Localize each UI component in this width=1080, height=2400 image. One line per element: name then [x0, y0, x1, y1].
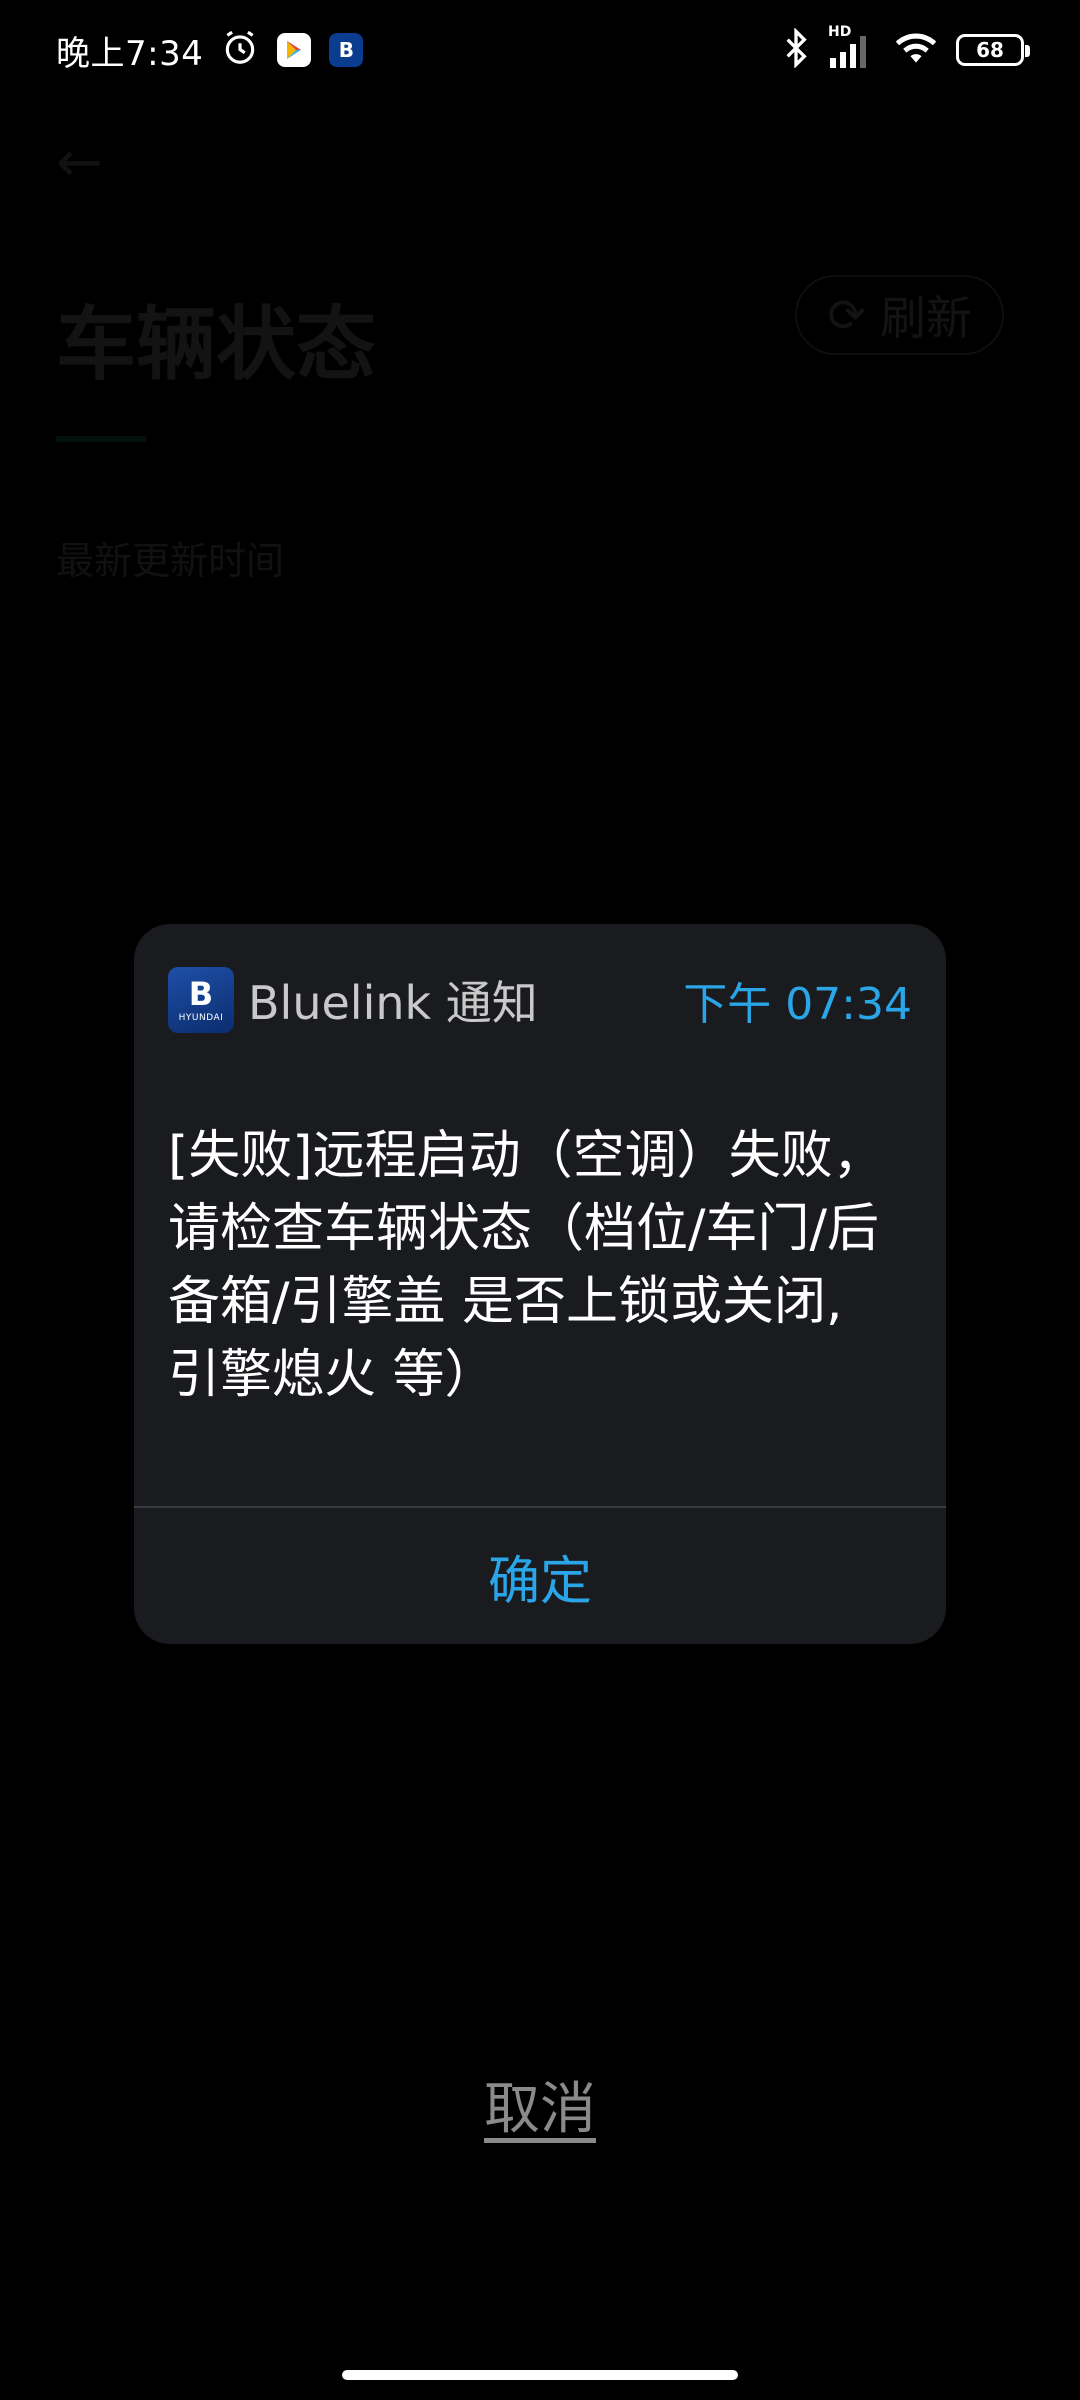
dialog-time: 下午 07:34: [683, 979, 912, 1030]
screen: 晚上7:34 B HD 68 ← 车辆状态 ⟳ 刷新 最新更新时间 B HYUN…: [0, 0, 1080, 2400]
network-label: HD: [828, 24, 852, 40]
refresh-label: 刷新: [880, 291, 972, 345]
bluetooth-icon: [782, 27, 810, 72]
page-title: 车辆状态: [56, 298, 376, 391]
bluelink-notification-icon: B: [329, 33, 364, 67]
status-bar: 晚上7:34 B HD 68: [0, 0, 1080, 100]
dialog-app-name: Bluelink 通知: [248, 976, 538, 1030]
status-left: 晚上7:34 B: [56, 26, 364, 75]
battery-indicator: 68: [956, 34, 1030, 66]
signal-icon: HD: [828, 24, 876, 68]
title-underline: [56, 436, 146, 442]
dialog-header: B HYUNDAI Bluelink 通知 下午 07:34: [168, 964, 912, 1036]
dialog-brand: B HYUNDAI Bluelink 通知: [168, 967, 538, 1033]
logo-brand: HYUNDAI: [178, 1012, 224, 1023]
last-update-label: 最新更新时间: [56, 539, 285, 583]
bluelink-logo-icon: B HYUNDAI: [168, 967, 234, 1033]
refresh-icon: ⟳: [827, 288, 866, 342]
refresh-button: ⟳ 刷新: [795, 275, 1004, 355]
home-indicator[interactable]: [342, 2370, 738, 2380]
cancel-button[interactable]: 取消: [0, 2064, 1080, 2145]
alarm-icon: [221, 29, 259, 71]
notification-dialog: B HYUNDAI Bluelink 通知 下午 07:34 [失败]远程启动（…: [134, 924, 946, 1644]
dialog-message: [失败]远程启动（空调）失败，请检查车辆状态（档位/车门/后备箱/引擎盖 是否上…: [168, 1126, 885, 1405]
play-store-icon: [277, 33, 312, 67]
confirm-button[interactable]: 确定: [134, 1508, 946, 1644]
wifi-icon: [894, 31, 938, 69]
status-time: 晚上7:34: [56, 33, 204, 74]
status-right: HD 68: [782, 24, 1030, 72]
logo-letter: B: [188, 974, 214, 1013]
back-arrow-icon: ←: [56, 130, 103, 195]
